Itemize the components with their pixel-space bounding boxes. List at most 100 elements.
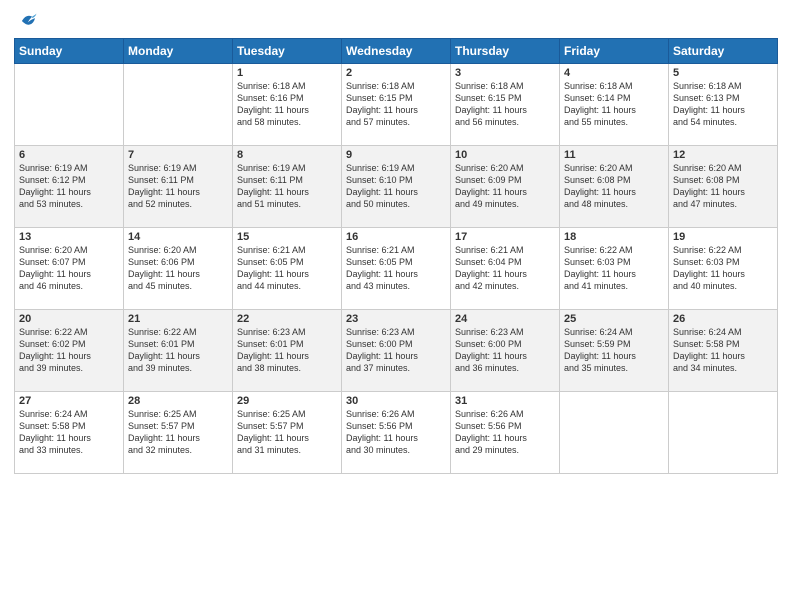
sunset-text: Sunset: 6:01 PM xyxy=(237,339,304,349)
day-info: Sunrise: 6:18 AM Sunset: 6:15 PM Dayligh… xyxy=(346,80,446,129)
calendar-cell: 2 Sunrise: 6:18 AM Sunset: 6:15 PM Dayli… xyxy=(342,64,451,146)
sunset-text: Sunset: 6:05 PM xyxy=(346,257,413,267)
calendar-cell: 11 Sunrise: 6:20 AM Sunset: 6:08 PM Dayl… xyxy=(560,146,669,228)
sunrise-text: Sunrise: 6:18 AM xyxy=(346,81,415,91)
sunset-text: Sunset: 6:11 PM xyxy=(128,175,194,185)
calendar-cell: 19 Sunrise: 6:22 AM Sunset: 6:03 PM Dayl… xyxy=(669,228,778,310)
day-number: 18 xyxy=(564,231,664,243)
sunrise-text: Sunrise: 6:24 AM xyxy=(673,327,742,337)
calendar-cell: 9 Sunrise: 6:19 AM Sunset: 6:10 PM Dayli… xyxy=(342,146,451,228)
day-number: 14 xyxy=(128,231,228,243)
day-info: Sunrise: 6:22 AM Sunset: 6:03 PM Dayligh… xyxy=(564,244,664,293)
sunset-text: Sunset: 6:15 PM xyxy=(346,93,413,103)
day-info: Sunrise: 6:18 AM Sunset: 6:14 PM Dayligh… xyxy=(564,80,664,129)
daylight-text: Daylight: 11 hoursand 54 minutes. xyxy=(673,105,745,127)
sunset-text: Sunset: 6:04 PM xyxy=(455,257,522,267)
calendar-row-3: 13 Sunrise: 6:20 AM Sunset: 6:07 PM Dayl… xyxy=(15,228,778,310)
daylight-text: Daylight: 11 hoursand 36 minutes. xyxy=(455,351,527,373)
daylight-text: Daylight: 11 hoursand 42 minutes. xyxy=(455,269,527,291)
calendar-cell: 3 Sunrise: 6:18 AM Sunset: 6:15 PM Dayli… xyxy=(451,64,560,146)
day-number: 12 xyxy=(673,149,773,161)
calendar-cell xyxy=(124,64,233,146)
day-info: Sunrise: 6:26 AM Sunset: 5:56 PM Dayligh… xyxy=(346,408,446,457)
sunrise-text: Sunrise: 6:19 AM xyxy=(237,163,306,173)
sunset-text: Sunset: 6:00 PM xyxy=(455,339,522,349)
day-number: 9 xyxy=(346,149,446,161)
day-number: 22 xyxy=(237,313,337,325)
logo-bird-icon xyxy=(16,10,38,32)
day-number: 21 xyxy=(128,313,228,325)
daylight-text: Daylight: 11 hoursand 38 minutes. xyxy=(237,351,309,373)
day-info: Sunrise: 6:24 AM Sunset: 5:58 PM Dayligh… xyxy=(19,408,119,457)
calendar-cell: 16 Sunrise: 6:21 AM Sunset: 6:05 PM Dayl… xyxy=(342,228,451,310)
day-number: 13 xyxy=(19,231,119,243)
calendar-cell: 25 Sunrise: 6:24 AM Sunset: 5:59 PM Dayl… xyxy=(560,310,669,392)
day-number: 24 xyxy=(455,313,555,325)
day-number: 2 xyxy=(346,67,446,79)
sunrise-text: Sunrise: 6:19 AM xyxy=(19,163,88,173)
sunset-text: Sunset: 6:02 PM xyxy=(19,339,86,349)
daylight-text: Daylight: 11 hoursand 33 minutes. xyxy=(19,433,91,455)
sunrise-text: Sunrise: 6:26 AM xyxy=(346,409,415,419)
sunrise-text: Sunrise: 6:24 AM xyxy=(564,327,633,337)
day-info: Sunrise: 6:22 AM Sunset: 6:03 PM Dayligh… xyxy=(673,244,773,293)
calendar-cell xyxy=(560,392,669,474)
day-number: 30 xyxy=(346,395,446,407)
calendar-cell: 1 Sunrise: 6:18 AM Sunset: 6:16 PM Dayli… xyxy=(233,64,342,146)
day-number: 8 xyxy=(237,149,337,161)
daylight-text: Daylight: 11 hoursand 49 minutes. xyxy=(455,187,527,209)
calendar-row-2: 6 Sunrise: 6:19 AM Sunset: 6:12 PM Dayli… xyxy=(15,146,778,228)
calendar-cell: 24 Sunrise: 6:23 AM Sunset: 6:00 PM Dayl… xyxy=(451,310,560,392)
day-number: 10 xyxy=(455,149,555,161)
calendar-row-5: 27 Sunrise: 6:24 AM Sunset: 5:58 PM Dayl… xyxy=(15,392,778,474)
calendar-cell: 20 Sunrise: 6:22 AM Sunset: 6:02 PM Dayl… xyxy=(15,310,124,392)
sunrise-text: Sunrise: 6:18 AM xyxy=(564,81,633,91)
sunset-text: Sunset: 6:03 PM xyxy=(673,257,740,267)
weekday-header-monday: Monday xyxy=(124,39,233,64)
daylight-text: Daylight: 11 hoursand 39 minutes. xyxy=(19,351,91,373)
sunset-text: Sunset: 6:11 PM xyxy=(237,175,303,185)
daylight-text: Daylight: 11 hoursand 50 minutes. xyxy=(346,187,418,209)
day-number: 25 xyxy=(564,313,664,325)
day-number: 16 xyxy=(346,231,446,243)
daylight-text: Daylight: 11 hoursand 46 minutes. xyxy=(19,269,91,291)
day-number: 5 xyxy=(673,67,773,79)
daylight-text: Daylight: 11 hoursand 56 minutes. xyxy=(455,105,527,127)
day-number: 15 xyxy=(237,231,337,243)
day-info: Sunrise: 6:23 AM Sunset: 6:00 PM Dayligh… xyxy=(455,326,555,375)
sunset-text: Sunset: 6:09 PM xyxy=(455,175,522,185)
calendar-cell: 10 Sunrise: 6:20 AM Sunset: 6:09 PM Dayl… xyxy=(451,146,560,228)
day-number: 6 xyxy=(19,149,119,161)
day-info: Sunrise: 6:24 AM Sunset: 5:58 PM Dayligh… xyxy=(673,326,773,375)
day-info: Sunrise: 6:19 AM Sunset: 6:12 PM Dayligh… xyxy=(19,162,119,211)
sunrise-text: Sunrise: 6:20 AM xyxy=(19,245,88,255)
calendar-row-4: 20 Sunrise: 6:22 AM Sunset: 6:02 PM Dayl… xyxy=(15,310,778,392)
day-info: Sunrise: 6:20 AM Sunset: 6:07 PM Dayligh… xyxy=(19,244,119,293)
daylight-text: Daylight: 11 hoursand 47 minutes. xyxy=(673,187,745,209)
day-info: Sunrise: 6:21 AM Sunset: 6:05 PM Dayligh… xyxy=(346,244,446,293)
calendar-cell: 31 Sunrise: 6:26 AM Sunset: 5:56 PM Dayl… xyxy=(451,392,560,474)
sunset-text: Sunset: 6:08 PM xyxy=(673,175,740,185)
day-info: Sunrise: 6:23 AM Sunset: 6:01 PM Dayligh… xyxy=(237,326,337,375)
day-info: Sunrise: 6:20 AM Sunset: 6:08 PM Dayligh… xyxy=(673,162,773,211)
calendar-cell xyxy=(15,64,124,146)
calendar-cell: 13 Sunrise: 6:20 AM Sunset: 6:07 PM Dayl… xyxy=(15,228,124,310)
sunset-text: Sunset: 6:16 PM xyxy=(237,93,304,103)
daylight-text: Daylight: 11 hoursand 37 minutes. xyxy=(346,351,418,373)
calendar-cell: 17 Sunrise: 6:21 AM Sunset: 6:04 PM Dayl… xyxy=(451,228,560,310)
sunrise-text: Sunrise: 6:20 AM xyxy=(564,163,633,173)
sunset-text: Sunset: 6:08 PM xyxy=(564,175,631,185)
daylight-text: Daylight: 11 hoursand 55 minutes. xyxy=(564,105,636,127)
logo xyxy=(14,10,38,32)
calendar-cell: 5 Sunrise: 6:18 AM Sunset: 6:13 PM Dayli… xyxy=(669,64,778,146)
sunset-text: Sunset: 6:01 PM xyxy=(128,339,195,349)
daylight-text: Daylight: 11 hoursand 31 minutes. xyxy=(237,433,309,455)
day-number: 20 xyxy=(19,313,119,325)
calendar-cell: 4 Sunrise: 6:18 AM Sunset: 6:14 PM Dayli… xyxy=(560,64,669,146)
sunrise-text: Sunrise: 6:20 AM xyxy=(673,163,742,173)
daylight-text: Daylight: 11 hoursand 30 minutes. xyxy=(346,433,418,455)
day-info: Sunrise: 6:22 AM Sunset: 6:01 PM Dayligh… xyxy=(128,326,228,375)
day-number: 19 xyxy=(673,231,773,243)
weekday-header-friday: Friday xyxy=(560,39,669,64)
daylight-text: Daylight: 11 hoursand 32 minutes. xyxy=(128,433,200,455)
